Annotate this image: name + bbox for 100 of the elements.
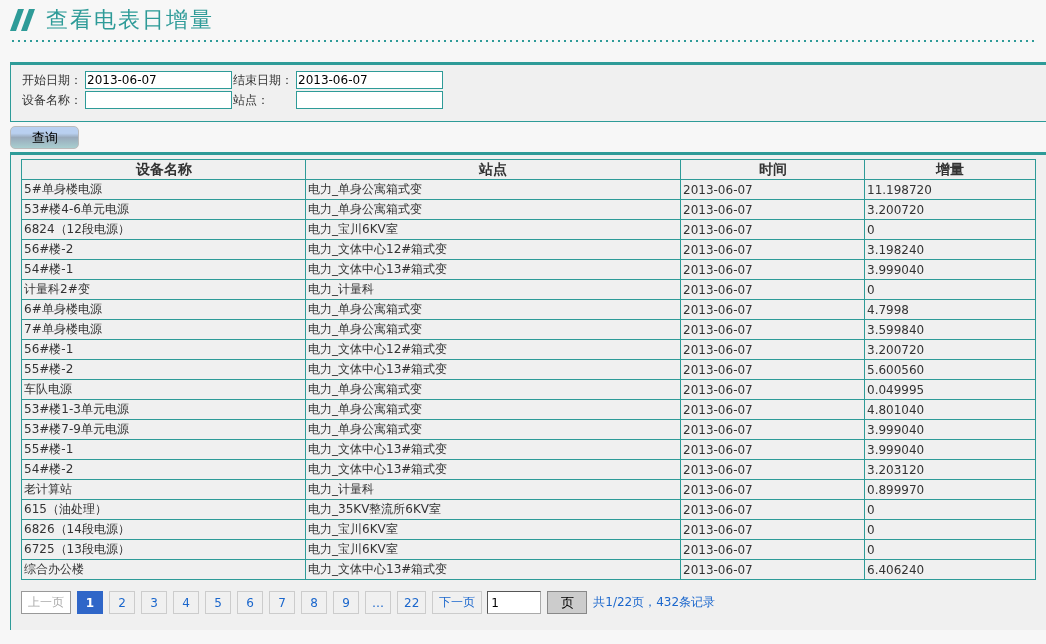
table-cell: 电力_文体中心13#箱式变 [305, 459, 681, 480]
table-cell: 电力_单身公寓箱式变 [305, 399, 681, 420]
table-cell: 2013-06-07 [680, 299, 865, 320]
table-cell: 2013-06-07 [680, 359, 865, 380]
page-button[interactable]: 6 [237, 591, 263, 614]
table-cell: 电力_计量科 [305, 479, 681, 500]
table-cell: 0 [864, 539, 1036, 560]
table-cell: 0.049995 [864, 379, 1036, 400]
table-cell: 5#单身楼电源 [21, 179, 306, 200]
table-cell: 3.200720 [864, 339, 1036, 360]
table-cell: 55#楼-2 [21, 359, 306, 380]
page-button[interactable]: 3 [141, 591, 167, 614]
table-cell: 计量科2#变 [21, 279, 306, 300]
table-cell: 6#单身楼电源 [21, 299, 306, 320]
table-cell: 54#楼-2 [21, 459, 306, 480]
table-cell: 0 [864, 219, 1036, 240]
page-button[interactable]: 5 [205, 591, 231, 614]
table-cell: 2013-06-07 [680, 219, 865, 240]
table-cell: 6.406240 [864, 559, 1036, 580]
table-cell: 2013-06-07 [680, 339, 865, 360]
table-cell: 电力_文体中心13#箱式变 [305, 359, 681, 380]
table-cell: 615（油处理） [21, 499, 306, 520]
column-header: 站点 [305, 159, 681, 180]
table-cell: 5.600560 [864, 359, 1036, 380]
date-field[interactable]: 2013-06-07 [85, 71, 232, 89]
table-cell: 电力_文体中心12#箱式变 [305, 239, 681, 260]
table-cell: 老计算站 [21, 479, 306, 500]
slash-icon [10, 9, 36, 31]
page-button[interactable]: 22 [397, 591, 427, 614]
table-cell: 电力_宝川6KV室 [305, 519, 681, 540]
page-button[interactable]: … [365, 591, 391, 614]
table-cell: 0 [864, 499, 1036, 520]
table-cell: 56#楼-2 [21, 239, 306, 260]
table-cell: 电力_计量科 [305, 279, 681, 300]
field-label: 站点： [233, 91, 270, 109]
go-to-page-button[interactable]: 页 [547, 591, 588, 614]
record-summary: 共1/22页，432条记录 [593, 594, 716, 611]
table-cell: 0 [864, 279, 1036, 300]
table-cell: 3.200720 [864, 199, 1036, 220]
page-button[interactable]: 8 [301, 591, 327, 614]
table-cell: 3.999040 [864, 259, 1036, 280]
page-button[interactable]: 2 [109, 591, 135, 614]
page-button[interactable]: 7 [269, 591, 295, 614]
table-cell: 2013-06-07 [680, 399, 865, 420]
table-cell: 2013-06-07 [680, 179, 865, 200]
table-cell: 车队电源 [21, 379, 306, 400]
table-cell: 电力_文体中心12#箱式变 [305, 339, 681, 360]
text-field[interactable] [85, 91, 232, 109]
table-cell: 2013-06-07 [680, 559, 865, 580]
page-button[interactable]: 1 [77, 591, 103, 614]
field-label: 结束日期： [233, 71, 294, 89]
page-button[interactable]: 9 [333, 591, 359, 614]
table-cell: 53#楼7-9单元电源 [21, 419, 306, 440]
table-cell: 6725（13段电源） [21, 539, 306, 560]
field-label: 设备名称： [22, 91, 83, 109]
table-cell: 电力_文体中心13#箱式变 [305, 259, 681, 280]
table-cell: 电力_单身公寓箱式变 [305, 179, 681, 200]
table-cell: 电力_单身公寓箱式变 [305, 419, 681, 440]
table-cell: 电力_宝川6KV室 [305, 539, 681, 560]
page-title: 查看电表日增量 [46, 6, 214, 34]
table-cell: 电力_文体中心13#箱式变 [305, 559, 681, 580]
table-cell: 3.203120 [864, 459, 1036, 480]
column-header: 时间 [680, 159, 865, 180]
table-cell: 2013-06-07 [680, 519, 865, 540]
table-cell: 7#单身楼电源 [21, 319, 306, 340]
table-cell: 2013-06-07 [680, 239, 865, 260]
table-cell: 3.599840 [864, 319, 1036, 340]
table-cell: 54#楼-1 [21, 259, 306, 280]
table-cell: 电力_宝川6KV室 [305, 219, 681, 240]
table-cell: 2013-06-07 [680, 539, 865, 560]
table-cell: 2013-06-07 [680, 419, 865, 440]
column-header: 设备名称 [21, 159, 306, 180]
table-cell: 2013-06-07 [680, 459, 865, 480]
table-cell: 4.7998 [864, 299, 1036, 320]
table-cell: 电力_单身公寓箱式变 [305, 379, 681, 400]
page-button[interactable]: 4 [173, 591, 199, 614]
query-button[interactable]: 查询 [10, 126, 79, 149]
table-cell: 2013-06-07 [680, 279, 865, 300]
text-field[interactable] [296, 91, 443, 109]
field-label: 开始日期： [22, 71, 83, 89]
column-header: 增量 [864, 159, 1036, 180]
table-cell: 11.198720 [864, 179, 1036, 200]
table-cell: 电力_单身公寓箱式变 [305, 299, 681, 320]
table-cell: 56#楼-1 [21, 339, 306, 360]
table-cell: 2013-06-07 [680, 259, 865, 280]
table-cell: 电力_单身公寓箱式变 [305, 199, 681, 220]
table-cell: 2013-06-07 [680, 499, 865, 520]
table-cell: 电力_文体中心13#箱式变 [305, 439, 681, 460]
table-cell: 0 [864, 519, 1036, 540]
table-cell: 综合办公楼 [21, 559, 306, 580]
next-page-button[interactable]: 下一页 [432, 591, 483, 614]
table-cell: 2013-06-07 [680, 319, 865, 340]
table-cell: 3.198240 [864, 239, 1036, 260]
table-cell: 2013-06-07 [680, 199, 865, 220]
table-cell: 电力_35KV整流所6KV室 [305, 499, 681, 520]
table-cell: 0.899970 [864, 479, 1036, 500]
table-cell: 电力_单身公寓箱式变 [305, 319, 681, 340]
table-cell: 3.999040 [864, 419, 1036, 440]
date-field[interactable]: 2013-06-07 [296, 71, 443, 89]
page-number-field[interactable]: 1 [487, 591, 542, 614]
